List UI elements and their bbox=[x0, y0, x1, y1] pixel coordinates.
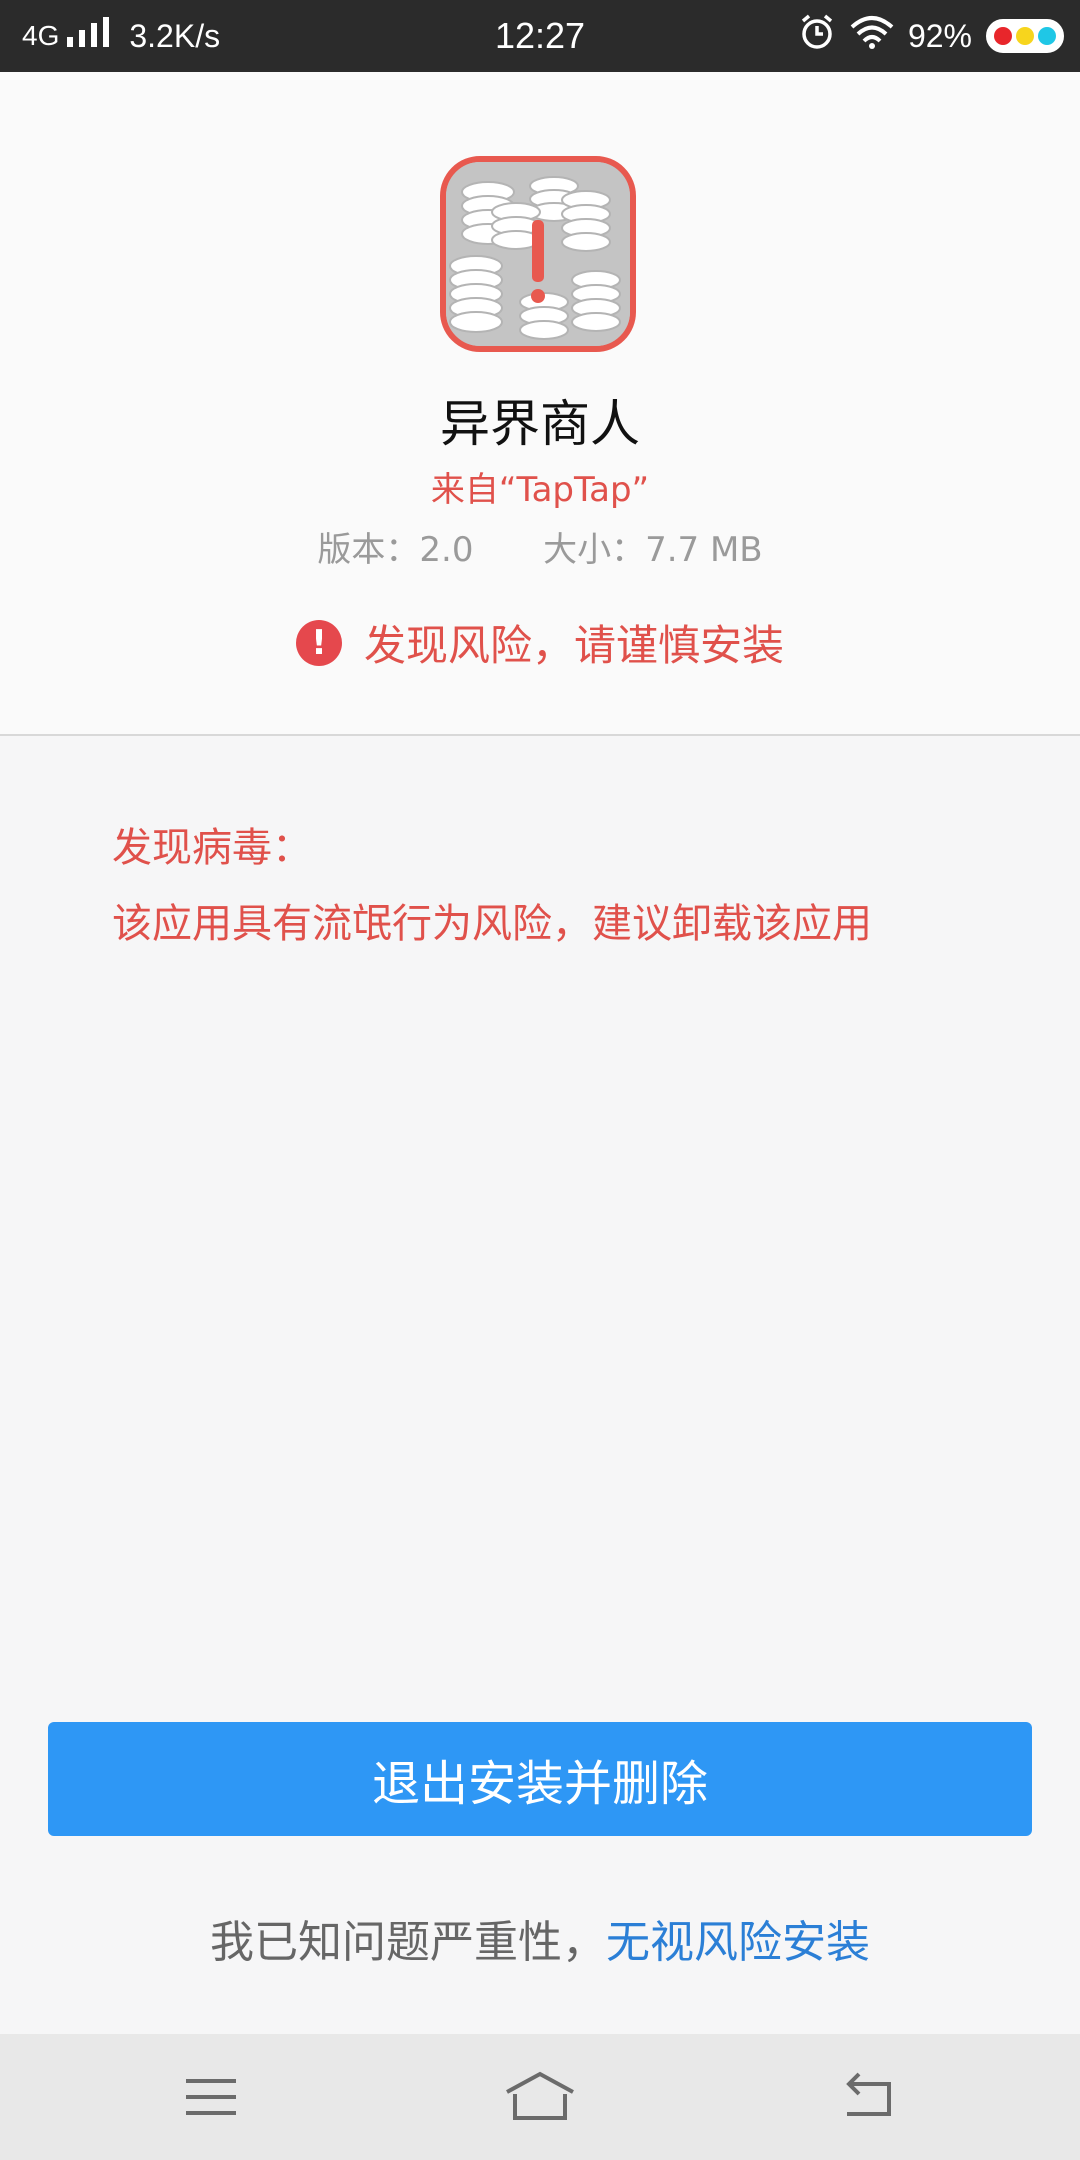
virus-info: 发现病毒： 该应用具有流氓行为风险，建议卸载该应用 bbox=[112, 810, 1012, 962]
ignore-risk-install-link[interactable]: 无视风险安装 bbox=[606, 1917, 870, 1968]
home-icon[interactable] bbox=[495, 2064, 585, 2130]
app-info-card: 异界商人 来自“TapTap” 版本：2.0 大小：7.7 MB ! 发现风险，… bbox=[0, 72, 1080, 736]
app-source: 来自“TapTap” bbox=[430, 470, 650, 510]
app-version: 版本：2.0 bbox=[317, 530, 474, 570]
battery-icon bbox=[986, 19, 1064, 53]
warning-icon: ! bbox=[295, 619, 342, 666]
battery-percent: 92% bbox=[907, 17, 972, 54]
virus-title: 发现病毒： bbox=[112, 825, 312, 871]
virus-description: 该应用具有流氓行为风险，建议卸载该应用 bbox=[112, 901, 872, 947]
app-icon bbox=[440, 156, 636, 352]
app-size: 大小：7.7 MB bbox=[543, 530, 763, 570]
status-right: 92% bbox=[784, 0, 1064, 72]
app-meta: 版本：2.0 大小：7.7 MB bbox=[0, 522, 1080, 571]
risk-warning: ! 发现风险，请谨慎安装 bbox=[0, 612, 1080, 673]
status-bar: 4G 3.2K/s 12:27 92% bbox=[0, 0, 1080, 72]
navigation-bar bbox=[0, 2034, 1080, 2160]
alarm-icon bbox=[798, 13, 836, 59]
app-name: 异界商人 bbox=[440, 395, 640, 453]
back-icon[interactable] bbox=[822, 2064, 912, 2130]
risk-warning-text: 发现风险，请谨慎安装 bbox=[363, 621, 784, 670]
menu-icon[interactable] bbox=[166, 2064, 256, 2130]
wifi-icon bbox=[850, 15, 894, 57]
ignore-risk-line: 我已知问题严重性，无视风险安装 bbox=[0, 1906, 1080, 1970]
ignore-risk-prefix: 我已知问题严重性， bbox=[210, 1917, 606, 1968]
exit-and-delete-button[interactable]: 退出安装并删除 bbox=[48, 1722, 1032, 1836]
